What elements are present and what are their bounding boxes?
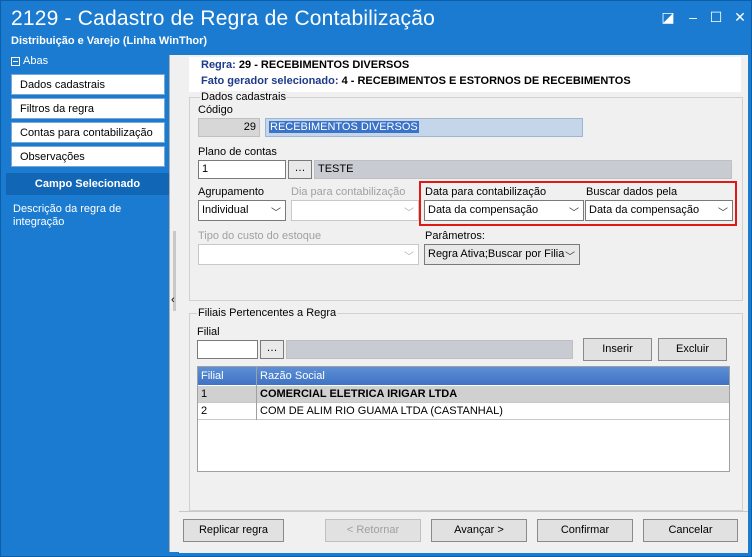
sidebar-item-observacoes[interactable]: Observações	[11, 146, 165, 167]
plano-lookup-button[interactable]: …	[288, 160, 312, 179]
agrupamento-value: Individual	[202, 204, 249, 216]
agrupamento-select[interactable]: Individual ﹀	[198, 200, 286, 221]
restore-icon[interactable]: ◪	[658, 9, 678, 25]
window-subtitle: Distribuição e Varejo (Linha WinThor)	[11, 35, 208, 47]
plano-label: Plano de contas	[198, 146, 277, 158]
cell-razao: COM DE ALIM RIO GUAMA LTDA (CASTANHAL)	[260, 405, 503, 417]
column-divider	[256, 367, 257, 420]
column-header-razao[interactable]: Razão Social	[260, 370, 325, 382]
filial-lookup-button[interactable]: …	[260, 340, 284, 359]
regra-value: 29 - RECEBIMENTOS DIVERSOS	[238, 59, 410, 71]
cell-filial: 1	[201, 388, 208, 400]
cell-razao: COMERCIAL ELETRICA IRIGAR LTDA	[260, 388, 458, 400]
abas-header[interactable]: Abas	[6, 55, 169, 71]
dia-label: Dia para contabilização	[291, 186, 406, 198]
excluir-button[interactable]: Excluir	[658, 338, 727, 361]
collapse-arrow-icon[interactable]: ‹	[171, 294, 175, 306]
sidebar-item-contas[interactable]: Contas para contabilização	[11, 122, 165, 143]
column-header-filial[interactable]: Filial	[201, 370, 224, 382]
chevron-down-icon: ﹀	[271, 208, 281, 219]
cell-filial: 2	[201, 405, 208, 417]
table-header: Filial Razão Social	[198, 367, 729, 385]
chevron-down-icon: ﹀	[404, 208, 414, 219]
filiais-table[interactable]: Filial Razão Social 1 COMERCIAL ELETRICA…	[197, 366, 730, 472]
cancelar-button[interactable]: Cancelar	[643, 519, 738, 542]
plano-desc-field: TESTE	[314, 160, 732, 179]
parametros-value: Regra Ativa;Buscar por Filia	[428, 248, 565, 260]
table-row[interactable]: 1 COMERCIAL ELETRICA IRIGAR LTDA	[198, 386, 729, 403]
window-title: 2129 - Cadastro de Regra de Contabilizaç…	[11, 7, 435, 30]
chevron-down-icon: ﹀	[404, 252, 414, 263]
app-window: 2129 - Cadastro de Regra de Contabilizaç…	[0, 0, 752, 557]
campo-description: Descrição da regra de integração	[13, 203, 122, 228]
filial-desc-field	[286, 340, 573, 359]
fato-label: Fato gerador selecionado:	[201, 75, 339, 87]
agrupamento-label: Agrupamento	[198, 186, 265, 198]
tipo-custo-label: Tipo do custo do estoque	[198, 230, 322, 242]
parametros-label: Parâmetros:	[425, 230, 485, 242]
highlight-box	[419, 181, 737, 226]
inserir-button[interactable]: Inserir	[583, 338, 652, 361]
tipo-custo-select: ﹀	[198, 244, 419, 265]
filial-field[interactable]	[197, 340, 258, 359]
maximize-button[interactable]: ☐	[706, 9, 726, 25]
retornar-button: < Retornar	[325, 519, 421, 542]
regra-label: Regra:	[201, 59, 236, 71]
codigo-field: 29	[198, 118, 260, 137]
dados-group-title: Dados cadastrais	[200, 91, 287, 103]
fato-value: 4 - RECEBIMENTOS E ESTORNOS DE RECEBIMEN…	[341, 75, 631, 87]
avancar-button[interactable]: Avançar >	[431, 519, 527, 542]
parametros-select[interactable]: Regra Ativa;Buscar por Filia ﹀	[424, 244, 580, 265]
descricao-field[interactable]: RECEBIMENTOS DIVERSOS	[265, 118, 583, 137]
dia-select: ﹀	[291, 200, 419, 221]
descricao-value: RECEBIMENTOS DIVERSOS	[269, 121, 419, 133]
fato-line: Fato gerador selecionado: 4 - RECEBIMENT…	[201, 75, 631, 87]
collapse-icon[interactable]	[11, 56, 20, 66]
filial-label: Filial	[197, 326, 220, 338]
filiais-group-title: Filiais Pertencentes a Regra	[197, 307, 338, 319]
campo-selecionado-title: Campo Selecionado	[6, 173, 169, 195]
chevron-down-icon: ﹀	[565, 252, 575, 263]
minimize-button[interactable]: –	[683, 9, 703, 25]
plano-field[interactable]: 1	[198, 160, 286, 179]
regra-line: Regra: 29 - RECEBIMENTOS DIVERSOS	[201, 59, 409, 71]
table-row[interactable]: 2 COM DE ALIM RIO GUAMA LTDA (CASTANHAL)	[198, 403, 729, 420]
title-bar: 2129 - Cadastro de Regra de Contabilizaç…	[1, 1, 751, 49]
replicar-button[interactable]: Replicar regra	[183, 519, 284, 542]
sidebar-item-filtros[interactable]: Filtros da regra	[11, 98, 165, 119]
abas-label: Abas	[23, 55, 49, 67]
confirmar-button[interactable]: Confirmar	[537, 519, 633, 542]
sidebar-item-dados-cadastrais[interactable]: Dados cadastrais	[11, 74, 165, 95]
codigo-label: Código	[198, 104, 233, 116]
close-button[interactable]: ✕	[730, 9, 750, 25]
